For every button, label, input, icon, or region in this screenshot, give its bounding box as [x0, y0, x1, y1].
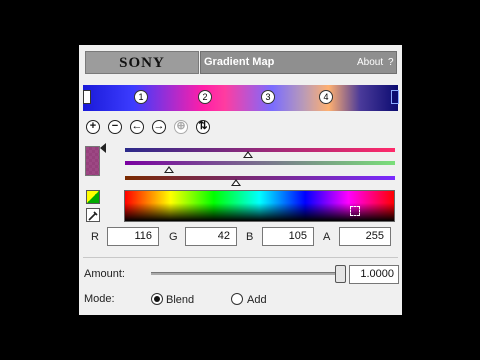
alpha-field[interactable]: 255 [339, 227, 391, 246]
help-button[interactable]: ? [388, 57, 394, 68]
gradient-stop-end[interactable] [391, 90, 399, 104]
section-divider [83, 257, 398, 258]
red-slider-track[interactable] [125, 148, 395, 152]
reverse-gradient-button[interactable]: ⇅ [196, 120, 210, 134]
remove-stop-button[interactable]: − [108, 120, 122, 134]
mode-add-label[interactable]: Add [247, 294, 267, 306]
spectrum-cursor [350, 206, 360, 216]
mode-label: Mode: [84, 293, 115, 305]
amount-label: Amount: [84, 268, 125, 280]
red-field[interactable]: 116 [107, 227, 159, 246]
eyedropper-icon[interactable] [86, 208, 100, 222]
plugin-title: Gradient Map [204, 56, 275, 68]
mode-add-radio[interactable] [231, 293, 243, 305]
color-palette-icon[interactable] [86, 190, 100, 204]
alpha-label: A [323, 231, 331, 243]
red-label: R [91, 231, 99, 243]
move-stop-right-button[interactable]: → [152, 120, 166, 134]
blue-field[interactable]: 105 [262, 227, 314, 246]
green-slider-thumb[interactable] [164, 166, 174, 173]
amount-slider-track[interactable] [151, 272, 341, 275]
sony-logo: SONY [119, 55, 165, 71]
mode-blend-label[interactable]: Blend [166, 294, 194, 306]
gradient-stop-4[interactable]: 4 [319, 90, 333, 104]
gradient-stop-start[interactable] [83, 90, 91, 104]
gradient-stop-2[interactable]: 2 [198, 90, 212, 104]
green-label: G [169, 231, 178, 243]
move-stop-left-button[interactable]: ← [130, 120, 144, 134]
current-color-swatch[interactable] [85, 146, 100, 176]
blue-slider-thumb[interactable] [231, 179, 241, 186]
mode-blend-radio[interactable] [151, 293, 163, 305]
red-slider-thumb[interactable] [243, 151, 253, 158]
blue-label: B [246, 231, 254, 243]
add-stop-button[interactable]: + [86, 120, 100, 134]
amount-field[interactable]: 1.0000 [349, 265, 399, 284]
duplicate-stop-button[interactable]: ⊕ [174, 120, 188, 134]
gradient-preview[interactable] [83, 85, 398, 111]
gradient-stop-3[interactable]: 3 [261, 90, 275, 104]
gradient-stop-1[interactable]: 1 [134, 90, 148, 104]
green-field[interactable]: 42 [185, 227, 237, 246]
green-slider-track[interactable] [125, 161, 395, 165]
alpha-pointer-icon[interactable] [100, 143, 106, 153]
about-link[interactable]: About [357, 57, 383, 68]
brand-logo-box: SONY [85, 51, 199, 74]
blue-slider-track[interactable] [125, 176, 395, 180]
amount-slider-thumb[interactable] [335, 265, 346, 283]
